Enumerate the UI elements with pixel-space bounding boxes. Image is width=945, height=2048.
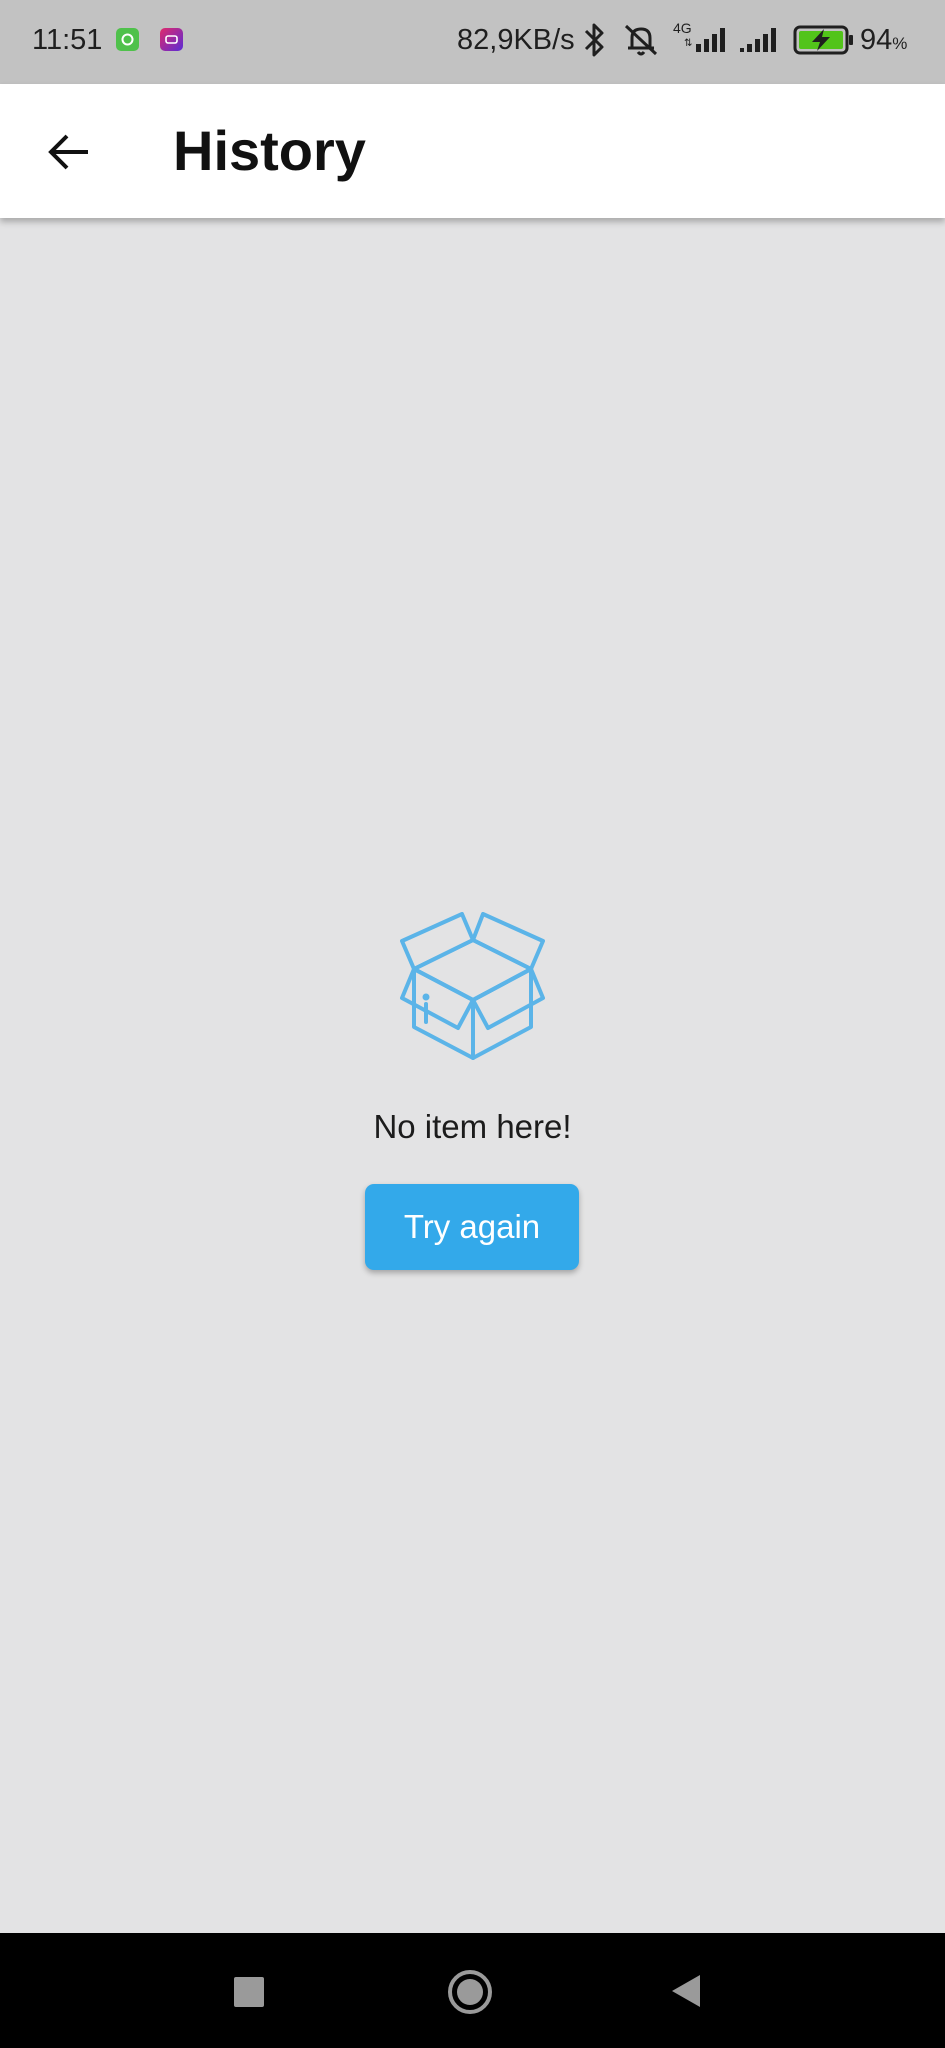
- bluetooth-icon: [580, 20, 608, 65]
- app-bar: History: [0, 84, 945, 218]
- silent-bell-icon: [620, 20, 662, 65]
- notification-app-icon: [160, 28, 183, 51]
- empty-message: No item here!: [373, 1108, 572, 1145]
- status-time: 11:51: [32, 24, 103, 56]
- battery-charging-icon: [793, 24, 855, 61]
- battery-percent: 94%: [860, 22, 907, 62]
- notification-app-icon: [116, 28, 139, 51]
- signal-icon: [738, 24, 784, 59]
- svg-text:⇅: ⇅: [684, 38, 692, 49]
- battery-level: 94: [860, 24, 893, 56]
- system-nav-bar: [0, 1933, 945, 2048]
- recents-square-icon[interactable]: [234, 1977, 264, 2012]
- battery-unit: %: [892, 34, 908, 53]
- network-speed: 82,9KB/s: [457, 24, 575, 56]
- back-button[interactable]: [30, 114, 106, 190]
- arrow-left-icon: [48, 134, 88, 170]
- open-box-icon: [400, 912, 545, 1060]
- home-circle-icon[interactable]: [447, 1969, 493, 2020]
- status-bar: 11:51 82,9KB/s 4G ⇅ 94%: [0, 0, 945, 84]
- try-again-button[interactable]: Try again: [365, 1184, 579, 1270]
- signal-icon: ⇅: [684, 24, 730, 59]
- back-triangle-icon[interactable]: [670, 1973, 702, 2014]
- page-title: History: [173, 119, 366, 182]
